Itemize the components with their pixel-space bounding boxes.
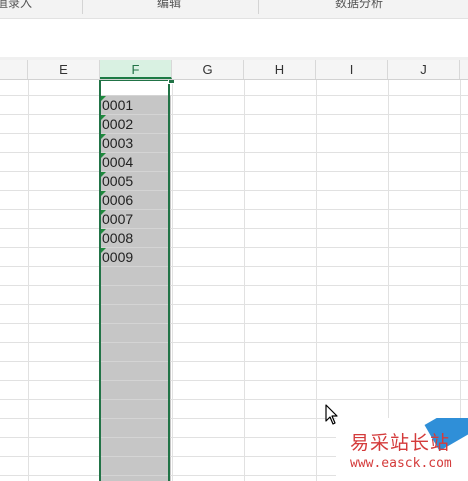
row-gridline	[0, 361, 468, 362]
row-gridline	[0, 171, 468, 172]
cell-f2[interactable]: 0001	[101, 96, 170, 114]
row-gridline	[0, 380, 468, 381]
selected-row-gridline	[100, 475, 171, 476]
ribbon-group-bar: 值录入 编辑 数据分析	[0, 0, 468, 19]
ribbon-divider	[82, 0, 83, 14]
cell-text: 0001	[102, 97, 134, 113]
row-gridline	[0, 399, 468, 400]
selected-row-gridline	[100, 266, 171, 267]
row-gridline	[0, 323, 468, 324]
active-cell[interactable]	[100, 80, 171, 95]
column-gridline	[28, 80, 29, 481]
ribbon-group-edit: 编辑	[157, 0, 182, 10]
row-gridline	[0, 133, 468, 134]
watermark-url: www.easck.com	[350, 456, 452, 471]
column-header-j[interactable]: J	[388, 60, 460, 79]
selected-row-gridline	[100, 437, 171, 438]
column-gridline	[316, 80, 317, 481]
column-header-i[interactable]: I	[316, 60, 388, 79]
cell-text: 0007	[102, 211, 134, 227]
green-corner-triangle-icon	[101, 134, 106, 139]
watermark-title: 易采站长站	[350, 432, 451, 454]
column-gridline	[172, 80, 173, 481]
green-corner-triangle-icon	[101, 210, 106, 215]
selected-row-gridline	[100, 399, 171, 400]
row-gridline	[0, 114, 468, 115]
row-gridline	[0, 285, 468, 286]
row-header-corner[interactable]	[0, 60, 28, 79]
formula-bar[interactable]	[0, 19, 468, 58]
cell-f8[interactable]: 0007	[101, 210, 170, 228]
cell-f3[interactable]: 0002	[101, 115, 170, 133]
column-header-h[interactable]: H	[244, 60, 316, 79]
column-header-f[interactable]: F	[100, 60, 172, 79]
selected-row-gridline	[100, 418, 171, 419]
row-gridline	[0, 152, 468, 153]
green-corner-triangle-icon	[101, 153, 106, 158]
fill-handle[interactable]	[168, 80, 175, 84]
column-header-row: E F G H I J	[0, 60, 468, 80]
selected-row-gridline	[100, 380, 171, 381]
cell-text: 0002	[102, 116, 134, 132]
cell-f9[interactable]: 0008	[101, 229, 170, 247]
selected-row-gridline	[100, 361, 171, 362]
green-corner-triangle-icon	[101, 191, 106, 196]
green-corner-triangle-icon	[101, 248, 106, 253]
cell-f7[interactable]: 0006	[101, 191, 170, 209]
green-corner-triangle-icon	[101, 172, 106, 177]
row-gridline	[0, 266, 468, 267]
ribbon-divider	[258, 0, 259, 14]
green-corner-triangle-icon	[101, 115, 106, 120]
row-gridline	[0, 247, 468, 248]
cell-f6[interactable]: 0005	[101, 172, 170, 190]
cell-text: 0008	[102, 230, 134, 246]
cell-text: 0006	[102, 192, 134, 208]
green-corner-triangle-icon	[101, 96, 106, 101]
cell-text: 0005	[102, 173, 134, 189]
selected-row-gridline	[100, 456, 171, 457]
ribbon-group-data-analysis: 数据分析	[335, 0, 384, 10]
row-gridline	[0, 342, 468, 343]
green-corner-triangle-icon	[101, 229, 106, 234]
cell-f5[interactable]: 0004	[101, 153, 170, 171]
cell-f10[interactable]: 0009	[101, 248, 170, 266]
row-gridline	[0, 209, 468, 210]
cell-text: 0003	[102, 135, 134, 151]
cell-text: 0004	[102, 154, 134, 170]
cell-text: 0009	[102, 249, 134, 265]
row-gridline	[0, 304, 468, 305]
selected-row-gridline	[100, 285, 171, 286]
cell-f4[interactable]: 0003	[101, 134, 170, 152]
row-gridline	[0, 228, 468, 229]
column-header-e[interactable]: E	[28, 60, 100, 79]
watermark-logo: 易采站长站 www.easck.com	[336, 418, 468, 481]
column-header-g[interactable]: G	[172, 60, 244, 79]
column-gridline	[244, 80, 245, 481]
row-gridline	[0, 190, 468, 191]
selected-row-gridline	[100, 342, 171, 343]
selected-row-gridline	[100, 323, 171, 324]
selected-row-gridline	[100, 304, 171, 305]
row-gridline	[0, 95, 468, 96]
ribbon-group-value-entry: 值录入	[0, 0, 33, 10]
